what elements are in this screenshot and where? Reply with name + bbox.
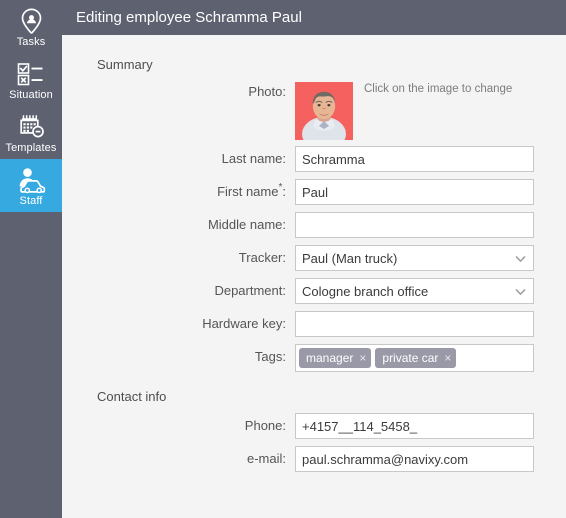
tag-label: private car [382, 351, 439, 365]
email-label: e-mail: [246, 451, 286, 466]
form-row-middle-name: Middle name: [62, 212, 566, 238]
tag-remove-icon[interactable]: × [444, 348, 451, 368]
sidebar-item-templates[interactable]: Templates [0, 106, 62, 159]
department-label: Department: [214, 283, 286, 298]
phone-label: Phone: [244, 418, 286, 433]
department-select-value: Cologne branch office [302, 283, 429, 299]
form-row-email: e-mail: [62, 446, 566, 472]
photo-hint-text: Click on the image to change [364, 83, 513, 95]
section-title-summary: Summary [97, 57, 153, 72]
hardware-key-input[interactable] [295, 311, 534, 337]
chevron-down-icon [515, 253, 526, 264]
first-name-label-colon: : [282, 184, 286, 199]
last-name-label: Last name: [221, 151, 286, 166]
tag-label: manager [306, 351, 354, 365]
first-name-label-text: First name [217, 184, 279, 199]
person-car-icon [15, 167, 47, 194]
first-name-input[interactable] [295, 179, 534, 205]
tracker-select[interactable]: Paul (Man truck) [295, 245, 534, 271]
person-pin-icon [19, 8, 44, 35]
sidebar-item-tasks[interactable]: Tasks [0, 0, 62, 53]
tracker-select-value: Paul (Man truck) [302, 250, 398, 266]
department-select[interactable]: Cologne branch office [295, 278, 534, 304]
page-title: Editing employee Schramma Paul [76, 8, 302, 26]
tag-chip[interactable]: manager × [299, 348, 372, 368]
last-name-input[interactable] [295, 146, 534, 172]
tags-label: Tags: [254, 349, 286, 364]
tags-input[interactable]: manager × private car × [295, 344, 534, 372]
middle-name-input[interactable] [295, 212, 534, 238]
employee-photo[interactable] [295, 82, 353, 140]
required-asterisk: * [278, 181, 283, 193]
sidebar-item-label: Templates [5, 141, 57, 154]
calendar-clock-icon [17, 114, 46, 141]
tag-remove-icon[interactable]: × [359, 348, 366, 368]
sidebar-item-label: Situation [9, 88, 53, 101]
sidebar-item-label: Tasks [16, 35, 46, 48]
form-row-phone: Phone: [62, 413, 566, 439]
phone-input[interactable] [295, 413, 534, 439]
form-row-tags: Tags: manager × private car × [62, 344, 566, 372]
section-title-contact-info: Contact info [97, 389, 167, 404]
sidebar-item-staff[interactable]: Staff [0, 159, 62, 212]
checklist-icon [16, 61, 46, 88]
tracker-label: Tracker: [238, 250, 286, 265]
hardware-key-label: Hardware key: [202, 316, 286, 331]
tag-chip[interactable]: private car × [375, 348, 457, 368]
window-titlebar: Editing employee Schramma Paul [62, 0, 566, 35]
middle-name-label: Middle name: [207, 217, 286, 232]
form-row-first-name: First name*: [62, 179, 566, 205]
form-row-photo: Photo: Click on the image to change [62, 82, 566, 140]
photo-label: Photo: [248, 84, 286, 99]
sidebar-empty-space [0, 212, 62, 518]
form-row-department: Department: Cologne branch office [62, 278, 566, 304]
main-panel: Editing employee Schramma Paul Summary P… [62, 0, 566, 518]
application-window: Tasks Situation Templates Staff Editing … [0, 0, 566, 518]
sidebar-item-label: Staff [19, 194, 43, 207]
sidebar: Tasks Situation Templates Staff [0, 0, 62, 518]
form-content: Summary Photo: Click on the image to cha… [62, 35, 566, 518]
chevron-down-icon [515, 286, 526, 297]
form-row-tracker: Tracker: Paul (Man truck) [62, 245, 566, 271]
first-name-label: First name*: [62, 179, 295, 205]
email-input[interactable] [295, 446, 534, 472]
form-row-hardware-key: Hardware key: [62, 311, 566, 337]
sidebar-item-situation[interactable]: Situation [0, 53, 62, 106]
form-row-last-name: Last name: [62, 146, 566, 172]
